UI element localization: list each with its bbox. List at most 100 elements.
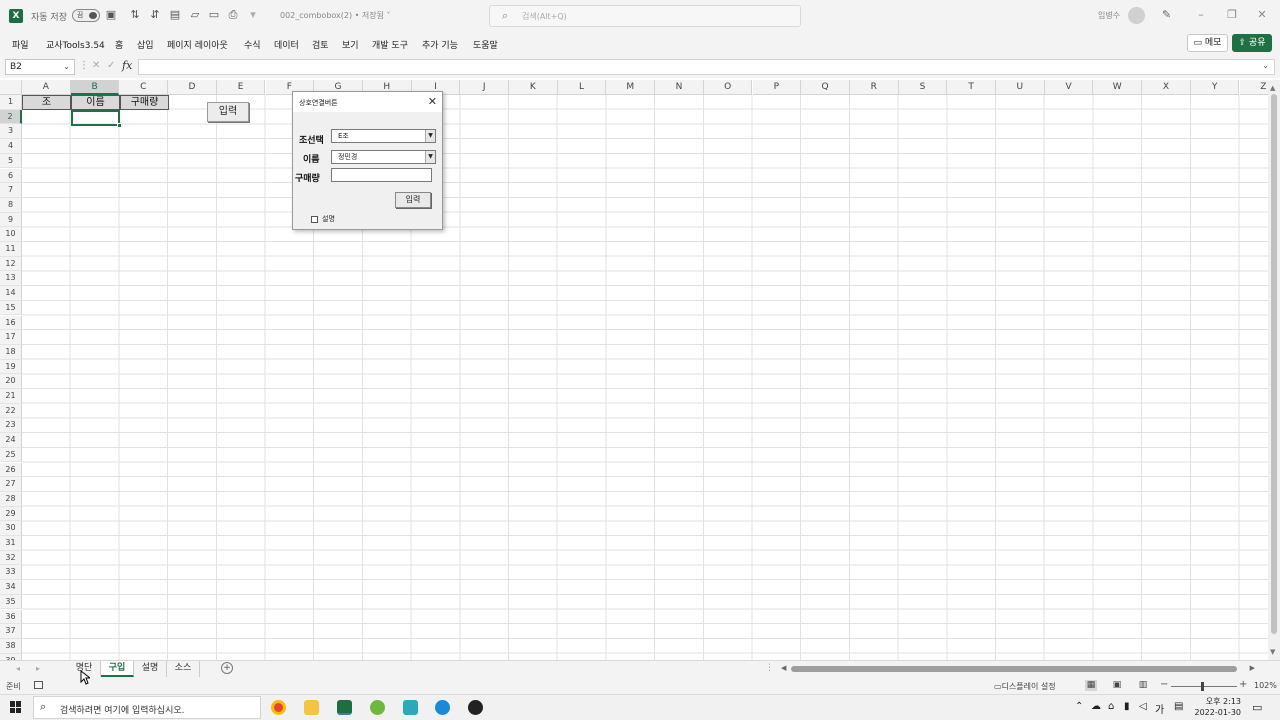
column-header[interactable]: E <box>216 80 266 95</box>
edge-icon[interactable] <box>435 700 450 715</box>
zoom-slider-knob[interactable] <box>1201 682 1204 691</box>
row-header[interactable]: 16 <box>0 315 22 331</box>
onedrive-icon[interactable]: ☁ <box>1091 701 1101 712</box>
row-header[interactable]: 24 <box>0 433 22 448</box>
column-header[interactable]: Q <box>801 80 850 95</box>
insert-function-icon[interactable]: fx <box>122 59 132 72</box>
row-header[interactable]: 15 <box>0 300 22 316</box>
save-icon[interactable]: ▣ <box>104 8 118 22</box>
row-header[interactable]: 7 <box>0 183 22 198</box>
column-header[interactable]: V <box>1044 80 1094 95</box>
row-header[interactable]: 21 <box>0 389 22 404</box>
column-header[interactable]: L <box>557 80 607 95</box>
add-sheet-icon[interactable]: + <box>221 662 233 674</box>
fill-handle[interactable] <box>117 123 122 128</box>
clock[interactable]: 오후 2:13 2022-01-30 <box>1193 696 1242 718</box>
name-box[interactable]: B2 ⌄ <box>5 59 75 75</box>
row-header[interactable]: 1 <box>0 95 22 110</box>
row-header[interactable]: 34 <box>0 580 22 595</box>
network-icon[interactable]: ⌂ <box>1108 701 1114 712</box>
row-header[interactable]: 4 <box>0 139 22 154</box>
open-folder-icon[interactable]: ▱ <box>188 8 202 22</box>
row-header[interactable]: 6 <box>0 168 22 184</box>
row-header[interactable]: 12 <box>0 256 22 272</box>
search-box[interactable]: ⌕ 검색(Alt+Q) <box>489 5 801 27</box>
tab-teacher-tools[interactable]: 교사Tools3.54 <box>46 38 105 51</box>
store-icon[interactable] <box>403 700 418 715</box>
column-header[interactable]: Z <box>1239 80 1268 95</box>
dialog-title-bar[interactable]: 상호연결버튼 ✕ <box>293 92 442 112</box>
restore-icon[interactable]: ❐ <box>1225 8 1239 21</box>
tab-page-layout[interactable]: 페이지 레이아웃 <box>167 38 228 51</box>
tab-data[interactable]: 데이터 <box>274 38 299 51</box>
tab-addins[interactable]: 추가 기능 <box>422 38 458 51</box>
row-header[interactable]: 36 <box>0 609 22 625</box>
quantity-textbox[interactable] <box>331 168 432 182</box>
dialog-input-button[interactable]: 입력 <box>395 192 431 208</box>
column-header[interactable]: S <box>898 80 948 95</box>
scroll-left-icon[interactable]: ◀ <box>781 664 786 672</box>
header-cell-name[interactable]: 이름 <box>71 95 120 110</box>
tab-insert[interactable]: 삽입 <box>137 38 154 51</box>
column-header[interactable]: X <box>1142 80 1191 95</box>
row-header[interactable]: 37 <box>0 624 22 639</box>
sheet-tab-description[interactable]: 설명 <box>134 661 167 677</box>
expand-formula-icon[interactable]: ⌄ <box>1262 61 1269 70</box>
formula-input[interactable]: ⌄ <box>138 59 1275 75</box>
horizontal-scrollbar[interactable]: ◀ ▶ <box>781 664 1255 674</box>
enter-icon[interactable]: ✓ <box>107 60 115 71</box>
column-header[interactable]: T <box>947 80 996 95</box>
cancel-icon[interactable]: ✕ <box>92 60 100 71</box>
autosave-toggle[interactable]: 끔 <box>72 9 100 22</box>
column-header[interactable]: D <box>168 80 217 95</box>
ime-indicator[interactable]: 가 <box>1155 701 1164 716</box>
avatar[interactable] <box>1128 7 1145 24</box>
tab-help[interactable]: 도움말 <box>473 38 498 51</box>
file-name[interactable]: 002_combobox(2) • 저장됨 ˅ <box>280 10 391 21</box>
column-header[interactable]: U <box>996 80 1045 95</box>
group-combobox[interactable]: E조 ▼ <box>331 129 436 143</box>
row-header[interactable]: 18 <box>0 344 22 360</box>
sort-ascending-icon[interactable]: ⇅ <box>128 8 142 22</box>
column-header[interactable]: P <box>752 80 802 95</box>
chevron-right-icon[interactable]: ▸ <box>36 664 40 673</box>
row-header[interactable]: 27 <box>0 477 22 492</box>
user-name[interactable]: 임병수 <box>1098 10 1120 21</box>
tab-splitter-icon[interactable]: ⋮ <box>765 663 774 673</box>
tab-home[interactable]: 홈 <box>115 38 123 51</box>
row-header[interactable]: 32 <box>0 550 22 566</box>
chevron-down-icon[interactable]: ⌄ <box>63 60 70 74</box>
excel-taskbar-icon[interactable] <box>337 700 352 715</box>
column-header[interactable]: N <box>655 80 704 95</box>
obs-icon[interactable] <box>468 700 483 715</box>
row-header[interactable]: 28 <box>0 491 22 507</box>
share-button[interactable]: ⇪ 공유 <box>1232 34 1272 52</box>
display-settings[interactable]: ▭디스플레이 설정 <box>994 681 1056 692</box>
zoom-in-icon[interactable]: + <box>1239 679 1247 690</box>
page-break-view-icon[interactable]: ▥ <box>1137 680 1149 691</box>
cells-area[interactable] <box>22 95 1268 660</box>
row-header[interactable]: 9 <box>0 212 22 228</box>
row-header[interactable]: 19 <box>0 359 22 375</box>
chrome-icon[interactable] <box>271 700 286 715</box>
sheet-tab-purchase[interactable]: 구입 <box>101 661 134 677</box>
header-cell-quantity[interactable]: 구매량 <box>120 95 169 110</box>
row-header[interactable]: 17 <box>0 330 22 345</box>
chevron-down-icon[interactable]: ▼ <box>425 130 435 142</box>
memo-button[interactable]: ▭ 메모 <box>1187 34 1228 52</box>
header-cell-group[interactable]: 조 <box>22 95 71 110</box>
zoom-out-icon[interactable]: − <box>1160 679 1168 690</box>
row-header[interactable]: 5 <box>0 153 22 169</box>
scroll-down-icon[interactable]: ▼ <box>1270 648 1275 656</box>
chevron-up-icon[interactable]: ⌃ <box>1075 701 1083 712</box>
column-header[interactable]: O <box>703 80 753 95</box>
column-header[interactable]: K <box>509 80 558 95</box>
row-header[interactable]: 30 <box>0 521 22 536</box>
chevron-left-icon[interactable]: ◂ <box>16 664 20 673</box>
tab-formulas[interactable]: 수식 <box>244 38 261 51</box>
row-header[interactable]: 3 <box>0 124 22 140</box>
row-header[interactable]: 35 <box>0 594 22 610</box>
windows-start-icon[interactable] <box>10 701 22 713</box>
row-header[interactable]: 2 <box>0 109 22 125</box>
row-header[interactable]: 38 <box>0 638 22 654</box>
